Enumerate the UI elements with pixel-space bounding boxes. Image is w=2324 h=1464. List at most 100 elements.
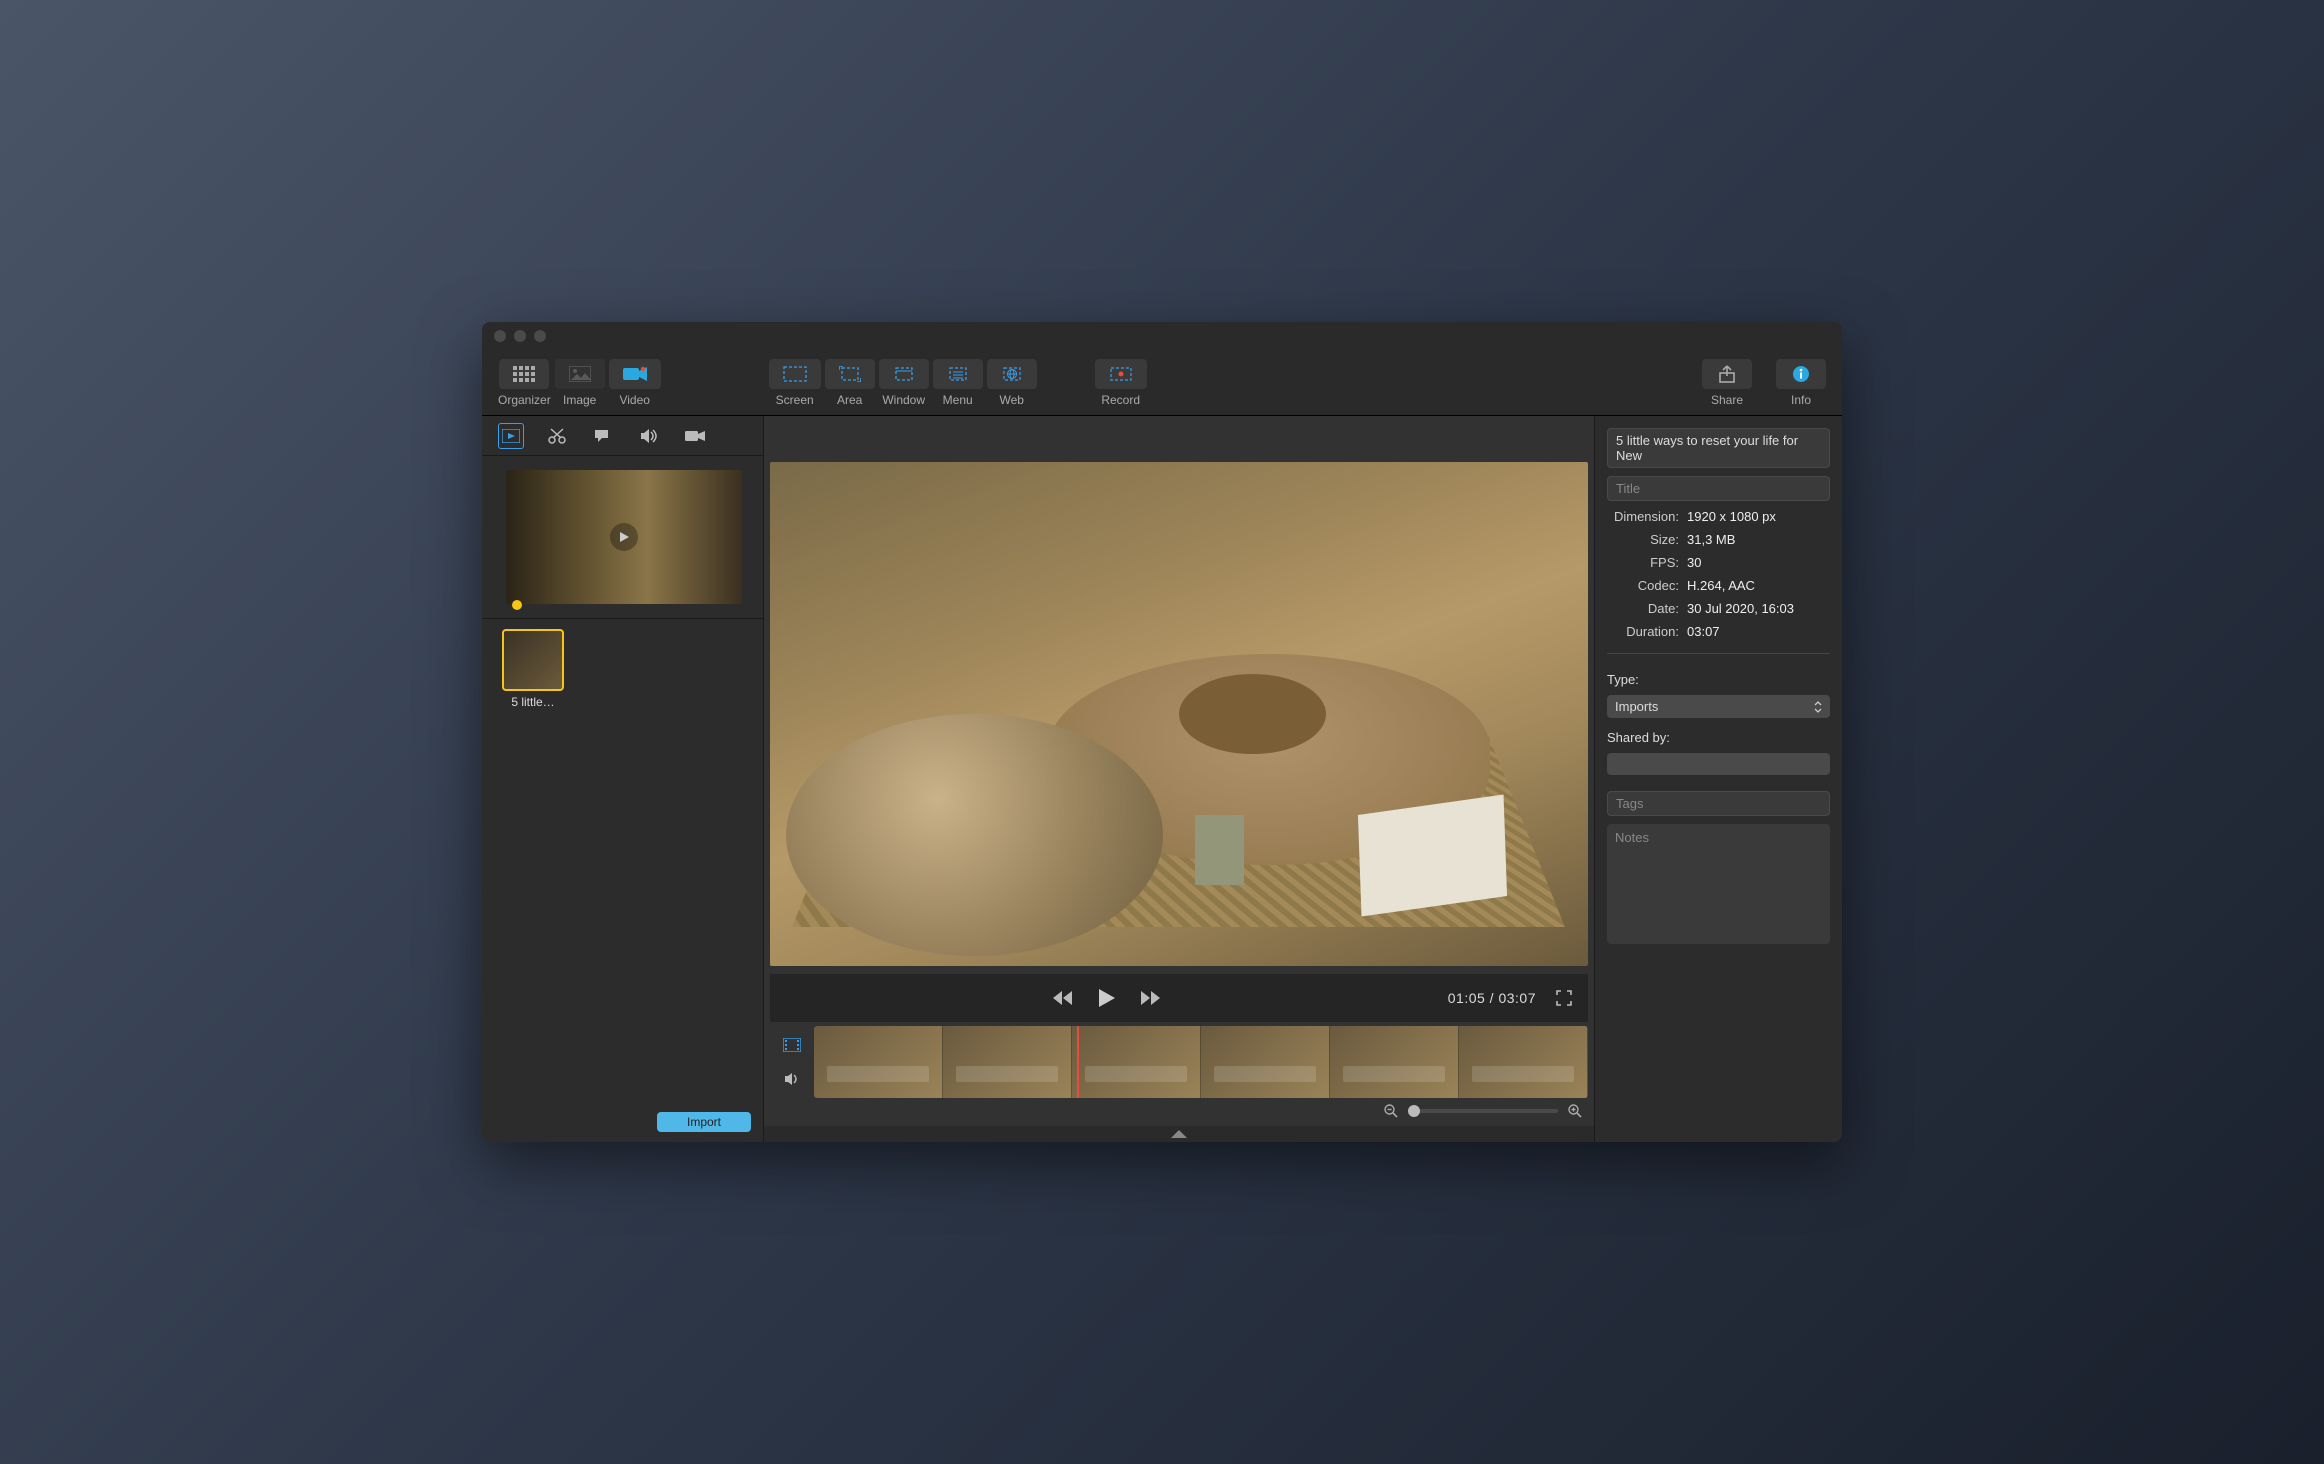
left-panel: 5 little… Import [482, 416, 764, 1142]
codec-label: Codec: [1607, 578, 1679, 593]
type-value: Imports [1615, 699, 1658, 714]
panel-tab-cut[interactable] [544, 423, 570, 449]
zoom-thumb[interactable] [1408, 1105, 1420, 1117]
screen-label: Screen [776, 393, 814, 407]
filename-field[interactable]: 5 little ways to reset your life for New [1607, 428, 1830, 468]
shared-by-field[interactable] [1607, 753, 1830, 775]
video-viewport[interactable] [770, 462, 1588, 966]
capture-window[interactable]: Window [879, 359, 929, 407]
drawer-handle[interactable] [764, 1126, 1594, 1142]
timeline-track[interactable] [814, 1026, 1588, 1098]
track-audio-icon[interactable] [780, 1067, 804, 1091]
preview-play-icon [610, 523, 638, 551]
preview-area [482, 456, 763, 619]
type-select[interactable]: Imports [1607, 695, 1830, 718]
screen-icon [783, 366, 807, 382]
clip-list: 5 little… [482, 619, 763, 1102]
duration-label: Duration: [1607, 624, 1679, 639]
share-label: Share [1711, 393, 1743, 407]
dimension-value: 1920 x 1080 px [1687, 509, 1776, 524]
record-button[interactable]: Record [1095, 359, 1147, 407]
select-arrows-icon [1814, 701, 1822, 713]
shared-by-label: Shared by: [1607, 730, 1830, 745]
center-panel: 01:05 / 03:07 [764, 416, 1594, 1142]
timeline-frame [814, 1026, 943, 1098]
tags-field[interactable]: Tags [1607, 791, 1830, 816]
menu-label: Menu [943, 393, 973, 407]
timeline-frame [943, 1026, 1072, 1098]
track-video-icon[interactable] [780, 1033, 804, 1057]
traffic-close[interactable] [494, 330, 506, 342]
capture-web[interactable]: Web [987, 359, 1037, 407]
zoom-in-icon[interactable] [1568, 1104, 1582, 1118]
web-icon [1001, 366, 1023, 382]
toolbar: Organizer Image Video Screen Area Window… [482, 350, 1842, 416]
web-label: Web [999, 393, 1023, 407]
window-label: Window [882, 393, 925, 407]
clip-label: 5 little… [511, 695, 554, 709]
timeline-zoom [770, 1098, 1588, 1120]
time-display: 01:05 / 03:07 [1448, 990, 1536, 1006]
organizer-tab[interactable]: Organizer [498, 359, 551, 407]
chevron-up-icon [1171, 1130, 1187, 1138]
timeline-frame [1201, 1026, 1330, 1098]
zoom-slider[interactable] [1408, 1109, 1558, 1113]
record-icon [1109, 366, 1133, 382]
info-button[interactable]: Info [1776, 359, 1826, 407]
record-label: Record [1101, 393, 1140, 407]
clip-thumbnail [502, 629, 564, 691]
traffic-zoom[interactable] [534, 330, 546, 342]
playhead[interactable] [1077, 1026, 1079, 1098]
size-label: Size: [1607, 532, 1679, 547]
codec-value: H.264, AAC [1687, 578, 1755, 593]
play-button[interactable] [1094, 985, 1120, 1011]
preview-thumbnail[interactable] [506, 470, 742, 604]
import-button[interactable]: Import [657, 1112, 751, 1132]
info-icon [1792, 365, 1810, 383]
clip-item[interactable]: 5 little… [502, 629, 564, 709]
date-value: 30 Jul 2020, 16:03 [1687, 601, 1794, 616]
timeline-frame [1330, 1026, 1459, 1098]
timeline-frame [1072, 1026, 1201, 1098]
notes-field[interactable]: Notes [1607, 824, 1830, 944]
panel-tab-camera[interactable] [682, 423, 708, 449]
capture-screen[interactable]: Screen [769, 359, 821, 407]
dimension-label: Dimension: [1607, 509, 1679, 524]
type-label: Type: [1607, 672, 1830, 687]
fullscreen-button[interactable] [1554, 988, 1574, 1008]
menu-icon [947, 366, 969, 382]
area-icon [839, 366, 861, 382]
capture-area[interactable]: Area [825, 359, 875, 407]
grid-icon [513, 366, 535, 382]
video-label: Video [619, 393, 649, 407]
timeline-frame [1459, 1026, 1588, 1098]
zoom-out-icon[interactable] [1384, 1104, 1398, 1118]
panel-tab-annotate[interactable] [590, 423, 616, 449]
playback-controls: 01:05 / 03:07 [770, 974, 1588, 1022]
share-button[interactable]: Share [1702, 359, 1752, 407]
video-tab[interactable]: Video [609, 359, 661, 407]
left-tabs [482, 416, 763, 456]
rewind-button[interactable] [1050, 985, 1076, 1011]
info-label: Info [1791, 393, 1811, 407]
panel-tab-audio[interactable] [636, 423, 662, 449]
fps-label: FPS: [1607, 555, 1679, 570]
fps-value: 30 [1687, 555, 1701, 570]
info-panel: 5 little ways to reset your life for New… [1594, 416, 1842, 1142]
traffic-minimize[interactable] [514, 330, 526, 342]
organizer-label: Organizer [498, 393, 551, 407]
image-label: Image [563, 393, 596, 407]
size-value: 31,3 MB [1687, 532, 1735, 547]
status-dot [512, 600, 522, 610]
window-icon [893, 366, 915, 382]
panel-tab-media[interactable] [498, 423, 524, 449]
area-label: Area [837, 393, 862, 407]
app-window: Organizer Image Video Screen Area Window… [482, 322, 1842, 1142]
share-icon [1718, 365, 1736, 383]
image-tab[interactable]: Image [555, 359, 605, 407]
forward-button[interactable] [1138, 985, 1164, 1011]
title-field[interactable]: Title [1607, 476, 1830, 501]
duration-value: 03:07 [1687, 624, 1720, 639]
titlebar [482, 322, 1842, 350]
capture-menu[interactable]: Menu [933, 359, 983, 407]
